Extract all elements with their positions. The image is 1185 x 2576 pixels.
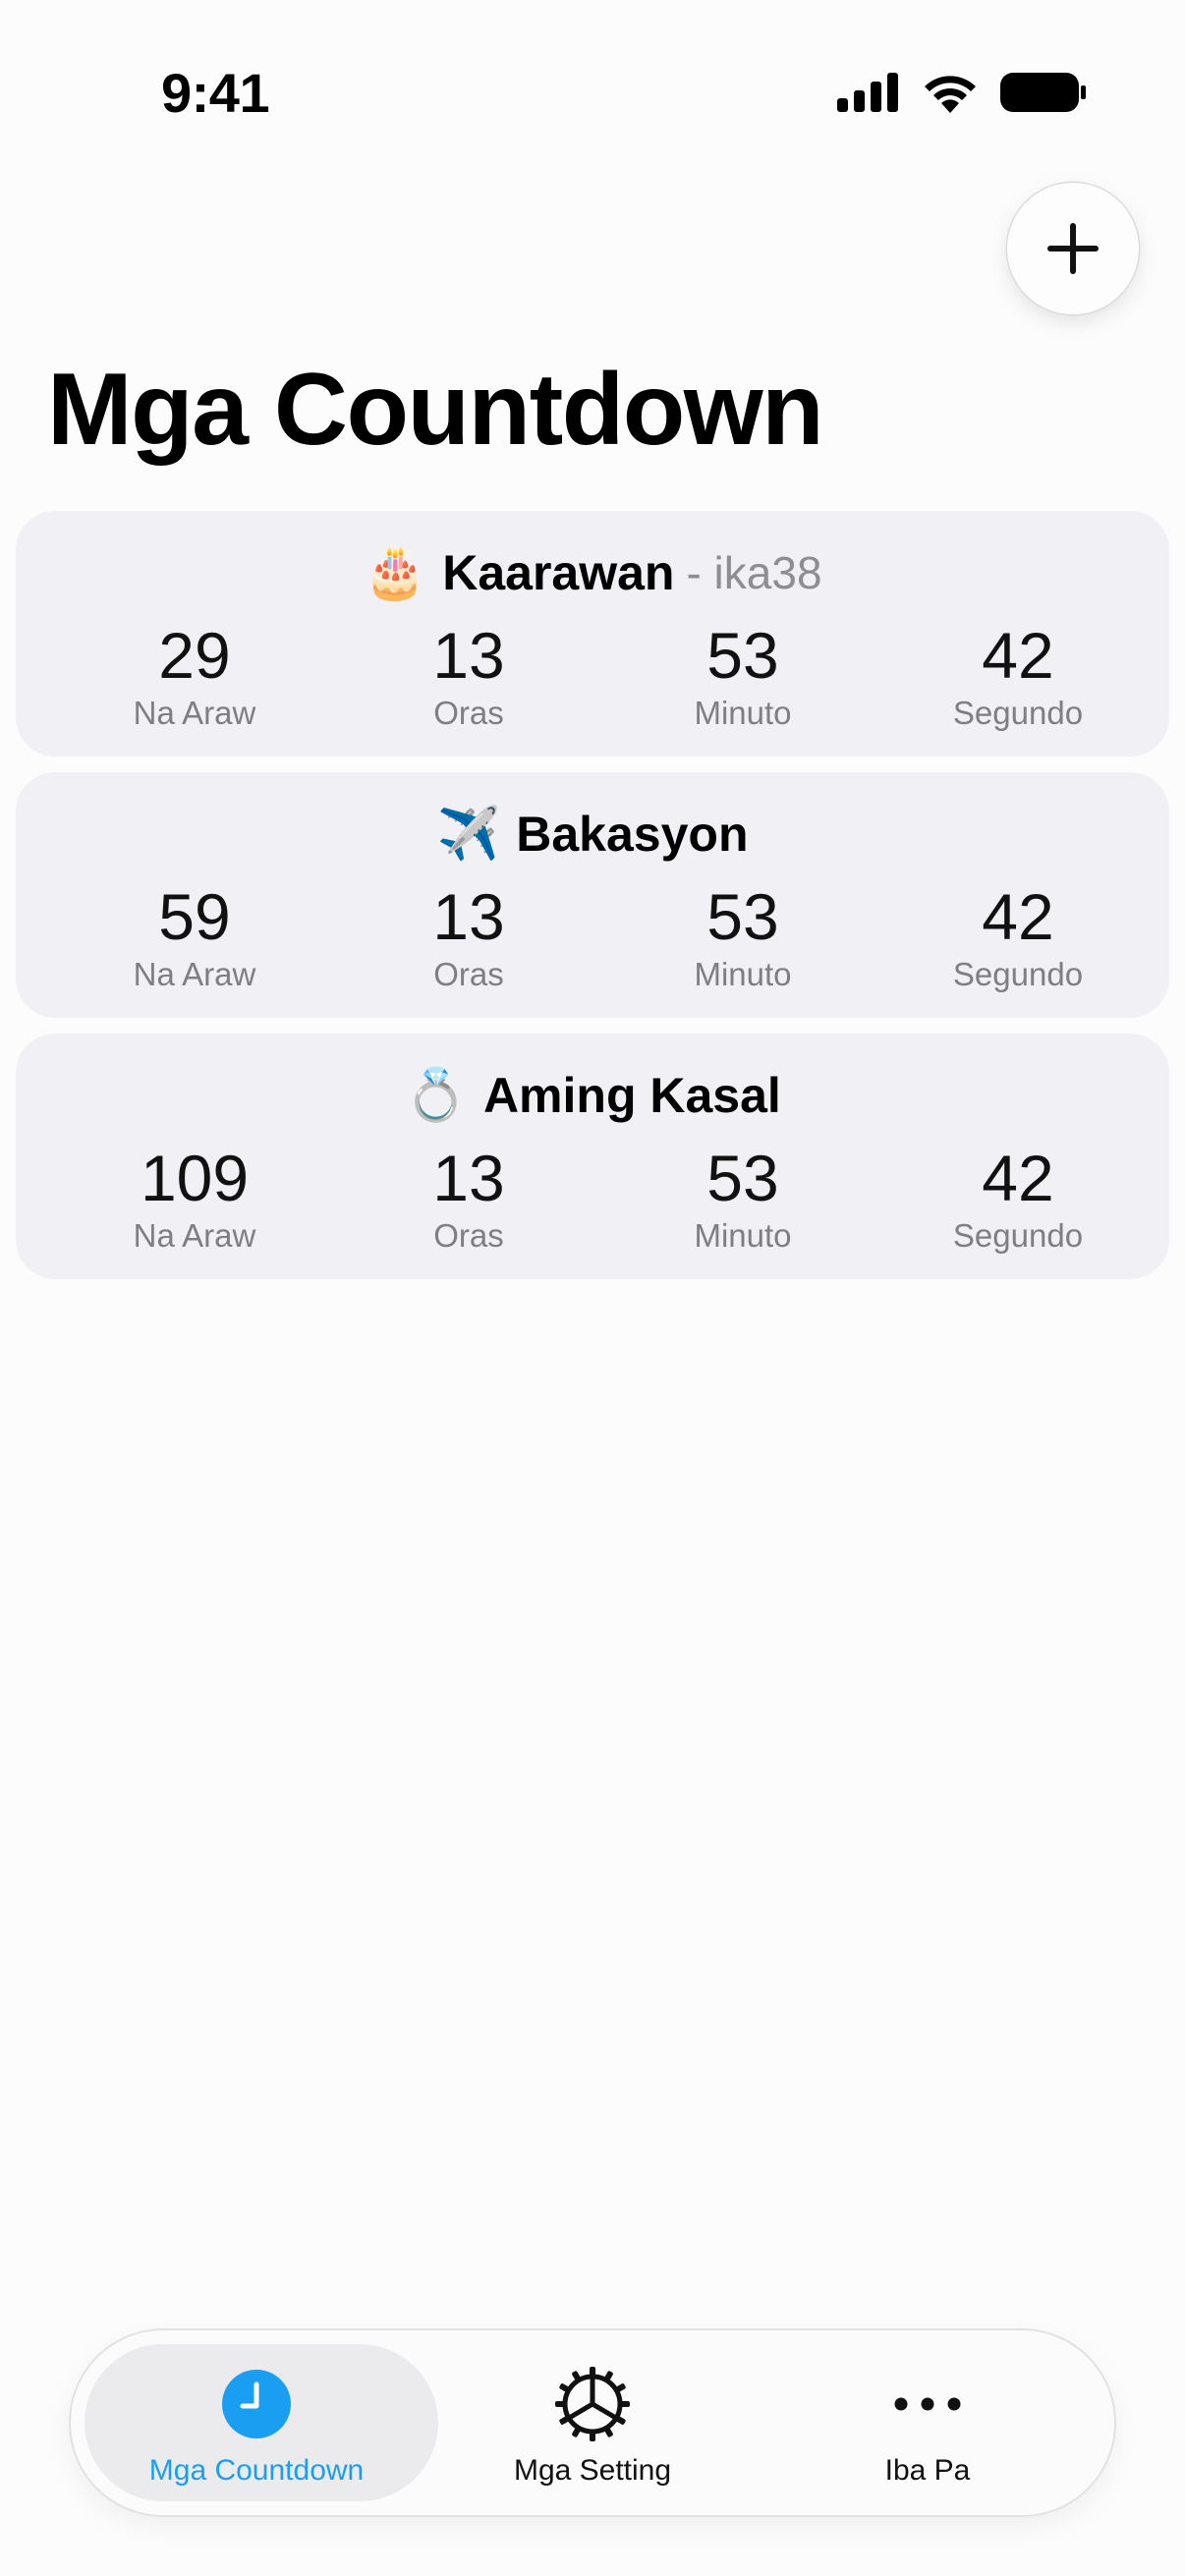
days-label: Na Araw (133, 1217, 256, 1254)
days-unit: 59 Na Araw (77, 878, 312, 994)
tab-bar: Mga Countdown Mga Setting Iba Pa (71, 2330, 1114, 2515)
countdown-card-aming-kasal[interactable]: 💍 Aming Kasal 109 Na Araw 13 Oras 53 Minuto… (16, 1034, 1169, 1279)
hours-label: Oras (433, 956, 504, 992)
minutes-value: 53 (706, 1142, 779, 1214)
days-unit: 29 Na Araw (77, 617, 312, 733)
minutes-unit: 53 Minuto (625, 878, 861, 994)
minutes-value: 53 (706, 619, 779, 692)
seconds-label: Segundo (952, 695, 1084, 731)
hours-unit: 13 Oras (351, 1140, 587, 1256)
card-subtitle: - ika38 (686, 547, 822, 598)
hours-label: Oras (433, 1217, 504, 1254)
days-value: 109 (140, 1142, 250, 1214)
tab-mga-countdown[interactable]: Mga Countdown (83, 2330, 430, 2515)
cellular-signal-icon (837, 73, 898, 112)
countdown-units: 109 Na Araw 13 Oras 53 Minuto 42 Segundo (16, 1140, 1169, 1267)
wifi-icon (925, 76, 976, 113)
hours-value: 13 (432, 880, 505, 953)
page-title: Mga Countdown (47, 353, 824, 467)
seconds-label: Segundo (952, 956, 1084, 992)
card-title: Aming Kasal (482, 1068, 781, 1123)
minutes-unit: 53 Minuto (625, 617, 861, 733)
card-title: Bakasyon (516, 807, 749, 862)
seconds-unit: 42 Segundo (900, 878, 1136, 994)
screen: 9:41 Mga Countdown 🎂 Kaarawan - ika38 29… (0, 0, 1185, 2576)
seconds-unit: 42 Segundo (900, 617, 1136, 733)
card-header: ✈️ Bakasyon (16, 800, 1169, 868)
card-header: 🎂 Kaarawan - ika38 (16, 538, 1169, 607)
minutes-label: Minuto (694, 956, 792, 992)
hours-label: Oras (433, 695, 504, 731)
days-value: 29 (158, 619, 231, 692)
add-countdown-button[interactable] (1007, 183, 1139, 314)
ring-icon: 💍 (404, 1066, 468, 1125)
status-time: 9:41 (161, 62, 270, 124)
birthday-cake-icon: 🎂 (363, 543, 427, 602)
more-icon (894, 2397, 961, 2411)
airplane-icon: ✈️ (436, 805, 501, 864)
days-label: Na Araw (133, 956, 256, 992)
plus-icon (1047, 223, 1099, 274)
days-value: 59 (158, 880, 231, 953)
clock-icon (222, 2370, 291, 2438)
countdown-units: 59 Na Araw 13 Oras 53 Minuto 42 Segundo (16, 878, 1169, 1006)
seconds-unit: 42 Segundo (900, 1140, 1136, 1256)
hours-value: 13 (432, 619, 505, 692)
days-label: Na Araw (133, 695, 256, 731)
hours-value: 13 (432, 1142, 505, 1214)
minutes-label: Minuto (694, 695, 792, 731)
seconds-value: 42 (982, 619, 1054, 692)
countdown-units: 29 Na Araw 13 Oras 53 Minuto 42 Segundo (16, 617, 1169, 745)
hours-unit: 13 Oras (351, 617, 587, 733)
seconds-label: Segundo (952, 1217, 1084, 1254)
status-icons (837, 71, 1087, 114)
tab-label: Mga Countdown (148, 2454, 365, 2487)
days-unit: 109 Na Araw (77, 1140, 312, 1256)
minutes-unit: 53 Minuto (625, 1140, 861, 1256)
seconds-value: 42 (982, 880, 1054, 953)
minutes-label: Minuto (694, 1217, 792, 1254)
tab-label: Mga Setting (513, 2454, 672, 2487)
seconds-value: 42 (982, 1142, 1054, 1214)
countdown-card-bakasyon[interactable]: ✈️ Bakasyon 59 Na Araw 13 Oras 53 Minuto 42… (16, 772, 1169, 1018)
tab-label: Iba Pa (884, 2454, 971, 2487)
battery-icon (1000, 73, 1086, 112)
countdown-card-kaarawan[interactable]: 🎂 Kaarawan - ika38 29 Na Araw 13 Oras 53 Mi… (16, 511, 1169, 756)
gear-icon (555, 2367, 630, 2441)
tab-mga-setting[interactable]: Mga Setting (419, 2330, 766, 2515)
countdown-list: 🎂 Kaarawan - ika38 29 Na Araw 13 Oras 53 Mi… (16, 511, 1169, 1295)
card-header: 💍 Aming Kasal (16, 1061, 1169, 1130)
hours-unit: 13 Oras (351, 878, 587, 994)
card-title: Kaarawan (442, 545, 675, 600)
minutes-value: 53 (706, 880, 779, 953)
tab-iba-pa[interactable]: Iba Pa (754, 2330, 1101, 2515)
